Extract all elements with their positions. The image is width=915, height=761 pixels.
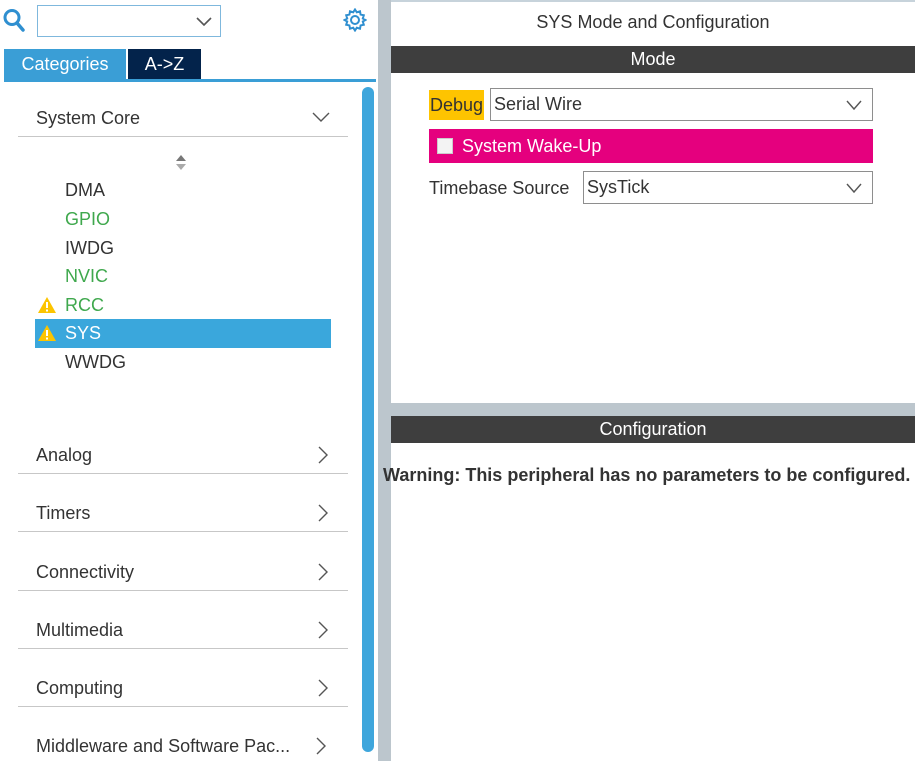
search-icon[interactable] (2, 8, 26, 32)
panel-splitter[interactable] (378, 0, 391, 761)
item-label: RCC (65, 295, 104, 315)
warning-icon (38, 325, 56, 341)
category-timers[interactable]: Timers (18, 494, 348, 532)
list-item-wwdg[interactable]: WWDG (35, 348, 331, 377)
chevron-right-icon (316, 737, 326, 755)
configuration-header: Configuration (391, 416, 915, 443)
category-label: System Core (36, 108, 141, 128)
chevron-down-icon (846, 100, 862, 111)
tab-a-to-z[interactable]: A->Z (128, 49, 201, 80)
mode-header: Mode (391, 46, 915, 73)
timebase-value: SysTick (587, 177, 650, 197)
list-item-gpio[interactable]: GPIO (35, 205, 331, 234)
category-multimedia[interactable]: Multimedia (18, 611, 348, 649)
system-wakeup-label: System Wake-Up (462, 136, 602, 156)
tab-categories[interactable]: Categories (4, 49, 126, 80)
chevron-down-icon (312, 112, 330, 122)
category-system-core[interactable]: System Core (18, 99, 348, 137)
chevron-down-icon (846, 183, 862, 194)
categories-panel: Categories A->Z System Core DMA GPIO IWD… (0, 0, 378, 761)
chevron-right-icon (318, 621, 328, 639)
category-label: Timers (36, 503, 91, 523)
tabs-underline (4, 79, 376, 82)
item-label: GPIO (65, 209, 111, 229)
item-label: IWDG (65, 238, 114, 258)
category-analog[interactable]: Analog (18, 436, 348, 474)
warning-icon (38, 297, 56, 313)
item-label: SYS (65, 323, 102, 343)
system-wakeup-toggle[interactable]: System Wake-Up (429, 129, 873, 163)
category-label: Analog (36, 445, 93, 465)
sort-icon[interactable] (174, 153, 188, 173)
chevron-right-icon (318, 446, 328, 464)
warning-message: Warning: This peripheral has no paramete… (383, 465, 911, 485)
gear-icon[interactable] (343, 8, 367, 32)
category-computing[interactable]: Computing (18, 669, 348, 707)
list-item-dma[interactable]: DMA (35, 176, 331, 205)
list-item-nvic[interactable]: NVIC (35, 262, 331, 291)
list-item-sys[interactable]: SYS (35, 319, 331, 348)
category-middleware[interactable]: Middleware and Software Pac... (18, 727, 348, 761)
debug-value: Serial Wire (494, 94, 583, 114)
sys-configuration-panel: SYS Mode and Configuration Mode Debug Se… (383, 0, 915, 761)
chevron-down-icon[interactable] (196, 14, 212, 28)
category-label: Computing (36, 678, 124, 698)
item-label: WWDG (65, 352, 126, 372)
search-combobox[interactable] (37, 5, 221, 37)
timebase-label: Timebase Source (429, 178, 570, 198)
category-label: Multimedia (36, 620, 124, 640)
item-label: DMA (65, 180, 105, 200)
timebase-select[interactable]: SysTick (583, 171, 873, 204)
chevron-right-icon (318, 504, 328, 522)
chevron-right-icon (318, 679, 328, 697)
list-item-iwdg[interactable]: IWDG (35, 234, 331, 263)
category-label: Connectivity (36, 562, 135, 582)
section-splitter[interactable] (391, 403, 915, 416)
item-label: NVIC (65, 266, 109, 286)
system-wakeup-checkbox[interactable] (437, 138, 453, 154)
vertical-scrollbar[interactable] (362, 87, 374, 752)
debug-select[interactable]: Serial Wire (490, 88, 873, 121)
chevron-right-icon (318, 563, 328, 581)
list-item-rcc[interactable]: RCC (35, 291, 331, 320)
debug-label: Debug (429, 90, 485, 120)
panel-title: SYS Mode and Configuration (536, 12, 770, 32)
category-label: Middleware and Software Pac... (36, 736, 291, 756)
category-connectivity[interactable]: Connectivity (18, 553, 348, 591)
